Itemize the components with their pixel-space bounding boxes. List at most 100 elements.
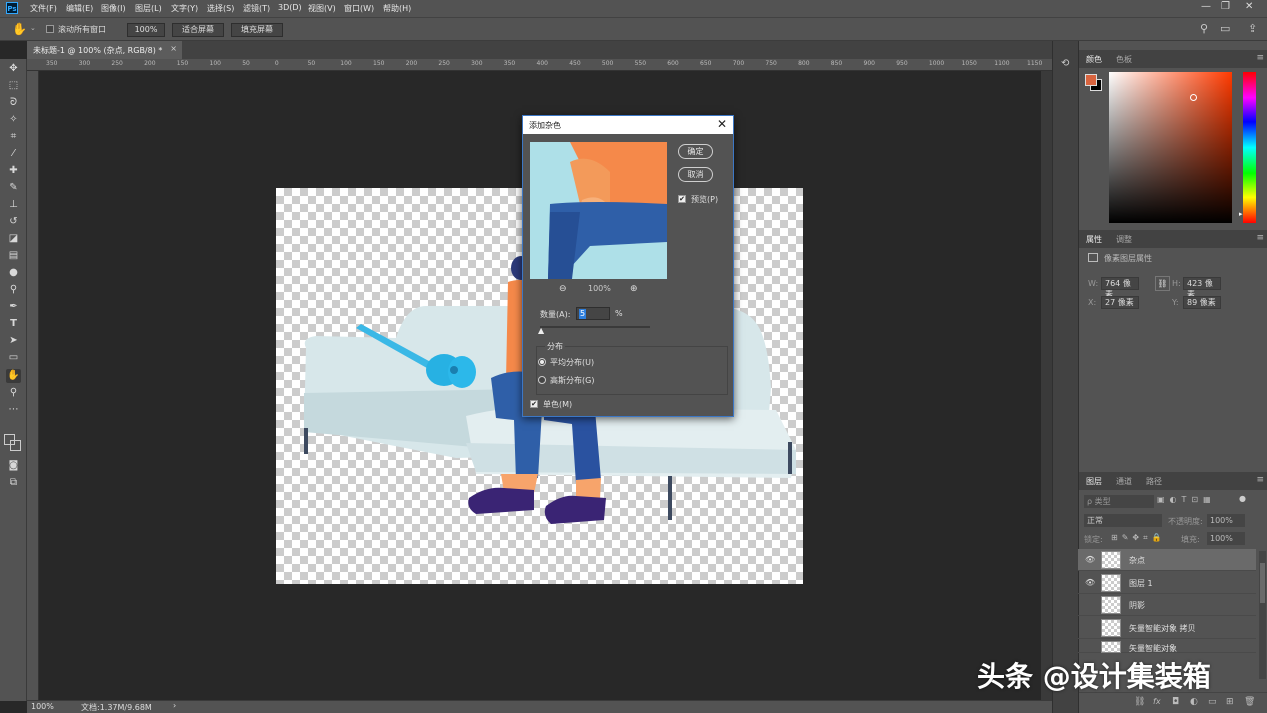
layer-filter-input[interactable]: ρ 类型 [1084, 495, 1154, 508]
status-arrow[interactable]: › [173, 701, 176, 710]
type-tool-icon[interactable]: T [6, 317, 21, 331]
brush-tool-icon[interactable]: ✎ [6, 181, 21, 195]
panel-foreground-swatch[interactable] [1085, 74, 1097, 86]
workspace-icon[interactable]: ▭ [1220, 22, 1230, 35]
tab-layers[interactable]: 图层 [1086, 476, 1102, 487]
close-window-button[interactable]: ✕ [1245, 1, 1253, 12]
layer-row-smart-object[interactable]: 矢量智能对象 [1078, 639, 1256, 653]
preview-checkbox[interactable]: ✔ [678, 195, 686, 203]
lasso-tool-icon[interactable]: ᘐ [6, 96, 21, 110]
search-icon[interactable]: ⚲ [1200, 22, 1208, 35]
menu-edit[interactable]: 编辑(E) [66, 3, 93, 14]
visibility-eye-icon[interactable]: 👁 [1085, 578, 1095, 587]
hand-tool-active-icon[interactable]: ✋ [6, 369, 21, 383]
blend-mode-select[interactable]: 正常 [1084, 514, 1162, 527]
tab-color[interactable]: 颜色 [1086, 54, 1102, 65]
tab-paths[interactable]: 路径 [1146, 476, 1162, 487]
new-layer-icon[interactable]: ⊞ [1226, 697, 1234, 707]
menu-filter[interactable]: 滤镜(T) [243, 3, 270, 14]
menu-file[interactable]: 文件(F) [30, 3, 57, 14]
amount-slider-handle[interactable]: ▲ [538, 326, 544, 335]
link-dimensions-icon[interactable]: ⛓ [1155, 276, 1170, 291]
amount-input[interactable]: 5 [576, 307, 610, 320]
link-icon[interactable]: ⛓ [1134, 697, 1145, 707]
healing-tool-icon[interactable]: ✚ [6, 164, 21, 178]
cancel-button[interactable]: 取消 [678, 167, 713, 182]
tab-swatches[interactable]: 色板 [1116, 54, 1132, 65]
marquee-tool-icon[interactable]: ⬚ [6, 79, 21, 93]
history-brush-tool-icon[interactable]: ↺ [6, 215, 21, 229]
x-field[interactable]: 27 像素 [1101, 296, 1139, 309]
minimize-button[interactable]: — [1201, 1, 1211, 12]
blur-tool-icon[interactable]: ● [6, 266, 21, 280]
background-color-swatch[interactable] [10, 440, 21, 451]
tab-channels[interactable]: 通道 [1116, 476, 1132, 487]
y-field[interactable]: 89 像素 [1183, 296, 1221, 309]
menu-layer[interactable]: 图层(L) [135, 3, 162, 14]
gaussian-radio[interactable] [538, 376, 546, 384]
dialog-close-icon[interactable]: ✕ [717, 117, 727, 131]
menu-type[interactable]: 文字(Y) [171, 3, 198, 14]
vertical-scrollbar[interactable] [1041, 71, 1052, 700]
stamp-tool-icon[interactable]: ⊥ [6, 198, 21, 212]
quick-mask-icon[interactable]: ◙ [6, 459, 21, 473]
dialog-title-bar[interactable]: 添加杂色 ✕ [523, 116, 733, 134]
status-zoom[interactable]: 100% [31, 702, 54, 711]
visibility-eye-icon[interactable]: 👁 [1085, 555, 1095, 564]
fill-field[interactable]: 100% [1207, 532, 1245, 545]
gradient-tool-icon[interactable]: ▤ [6, 249, 21, 263]
mask-icon[interactable]: ◘ [1172, 697, 1179, 707]
color-picker-cursor[interactable] [1190, 94, 1197, 101]
color-panel-menu-icon[interactable]: ≡ [1256, 53, 1264, 63]
menu-3d[interactable]: 3D(D) [278, 3, 302, 12]
screen-mode-icon[interactable]: ⧉ [6, 476, 21, 490]
share-icon[interactable]: ⇪ [1248, 22, 1257, 35]
layers-panel-menu-icon[interactable]: ≡ [1256, 475, 1264, 485]
layer-row-layer1[interactable]: 👁 图层 1 [1078, 572, 1256, 594]
height-field[interactable]: 423 像素 [1183, 277, 1221, 299]
zoom-100-button[interactable]: 100% [127, 23, 165, 37]
dodge-tool-icon[interactable]: ⚲ [6, 283, 21, 297]
properties-panel-menu-icon[interactable]: ≡ [1256, 233, 1264, 243]
menu-select[interactable]: 选择(S) [207, 3, 234, 14]
menu-view[interactable]: 视图(V) [308, 3, 336, 14]
amount-slider-track[interactable] [540, 326, 650, 328]
zoom-in-icon[interactable]: ⊕ [630, 284, 638, 294]
filter-toggle-icon[interactable]: ● [1239, 494, 1246, 503]
adjustment-icon[interactable]: ◐ [1190, 697, 1198, 707]
more-tools-icon[interactable]: ⋯ [6, 403, 21, 417]
eyedropper-tool-icon[interactable]: ⁄ [6, 147, 21, 161]
zoom-tool-icon[interactable]: ⚲ [6, 386, 21, 400]
hue-slider-marker[interactable]: ▸ [1239, 210, 1243, 218]
magic-wand-tool-icon[interactable]: ✧ [6, 113, 21, 127]
ok-button[interactable]: 确定 [678, 144, 713, 159]
layer-row-noise[interactable]: 👁 杂点 [1078, 549, 1256, 571]
uniform-radio[interactable] [538, 358, 546, 366]
layer-row-shadow[interactable]: 阴影 [1078, 594, 1256, 616]
document-tab[interactable]: 未标题-1 @ 100% (杂点, RGB/8) * × [27, 41, 182, 59]
zoom-out-icon[interactable]: ⊖ [559, 284, 567, 294]
menu-window[interactable]: 窗口(W) [344, 3, 374, 14]
scroll-all-checkbox[interactable] [46, 25, 54, 33]
hand-tool-icon[interactable]: ✋ [12, 22, 27, 36]
restore-button[interactable]: ❐ [1221, 1, 1230, 12]
fill-screen-button[interactable]: 填充屏幕 [231, 23, 283, 37]
menu-help[interactable]: 帮助(H) [383, 3, 411, 14]
filter-preview[interactable] [530, 142, 667, 279]
close-tab-icon[interactable]: × [170, 44, 177, 53]
tab-adjustments[interactable]: 调整 [1116, 234, 1132, 245]
layers-scrollbar[interactable] [1259, 551, 1266, 679]
opacity-field[interactable]: 100% [1207, 514, 1245, 527]
trash-icon[interactable]: 🗑 [1244, 697, 1255, 707]
layers-scrollbar-thumb[interactable] [1260, 563, 1265, 603]
fit-screen-button[interactable]: 适合屏幕 [172, 23, 224, 37]
color-picker-field[interactable] [1109, 72, 1232, 223]
chevron-down-icon[interactable]: ⌄ [30, 24, 36, 32]
move-tool-icon[interactable]: ✥ [6, 62, 21, 76]
history-panel-icon[interactable]: ⟲ [1061, 58, 1069, 69]
layer-filter-icons[interactable]: ▣◐T⊡▦ [1157, 495, 1216, 504]
monochromatic-checkbox[interactable]: ✔ [530, 400, 538, 408]
fx-icon[interactable]: fx [1153, 697, 1161, 706]
eraser-tool-icon[interactable]: ◪ [6, 232, 21, 246]
layer-row-smart-object-copy[interactable]: 矢量智能对象 拷贝 [1078, 617, 1256, 639]
